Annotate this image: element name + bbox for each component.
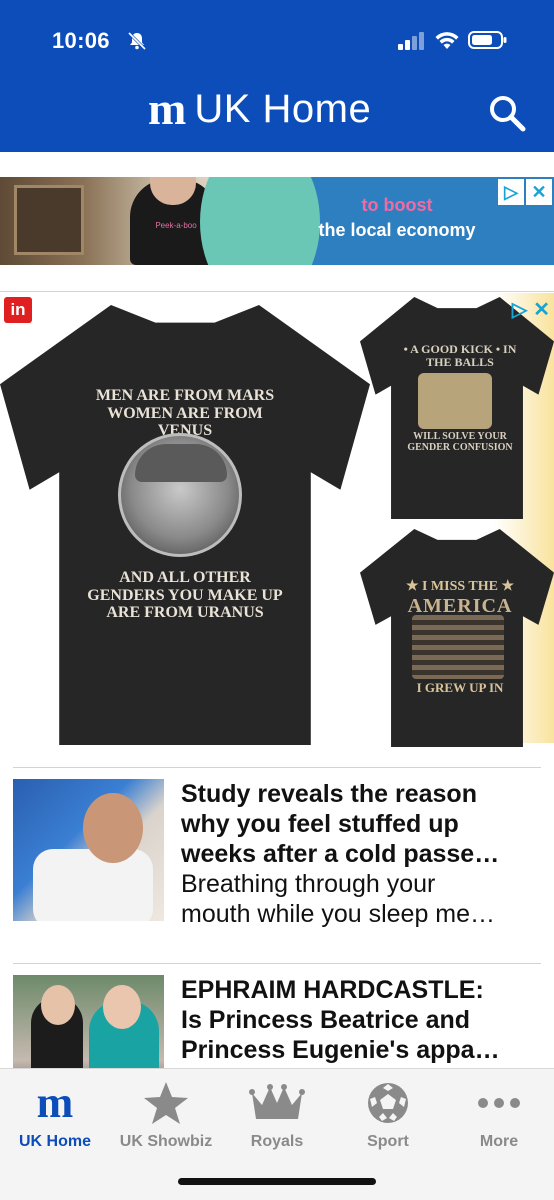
- product-ad[interactable]: MEN ARE FROM MARS WOMEN ARE FROM VENUS A…: [0, 293, 554, 755]
- tshirt-main-top-text: MEN ARE FROM MARS WOMEN ARE FROM VENUS: [95, 387, 275, 440]
- football-icon: [333, 1079, 443, 1127]
- close-ad-icon[interactable]: ✕: [526, 179, 552, 205]
- tab-label: Sport: [367, 1133, 409, 1150]
- tshirt-3-top-text: ★ I MISS THE ★: [405, 579, 515, 594]
- star-icon: [111, 1079, 221, 1127]
- article-summary-line: Breathing through your: [181, 870, 436, 898]
- tab-label: UK Home: [18, 1133, 91, 1150]
- tab-royals[interactable]: Royals: [222, 1079, 332, 1159]
- more-dots-icon: [444, 1079, 554, 1127]
- article-headline-line: Study reveals the reason: [181, 780, 477, 808]
- mail-logo-icon: m: [36, 1078, 74, 1127]
- divider: [0, 291, 554, 292]
- tshirt-main-bottom-text: AND ALL OTHER GENDERS YOU MAKE UP ARE FR…: [87, 569, 283, 622]
- flag-cowboy-image: [412, 615, 504, 679]
- gunslinger-image: [418, 373, 492, 429]
- tshirt-2-top-text: • A GOOD KICK • IN THE BALLS: [403, 342, 517, 370]
- article-summary-line: mouth while you sleep me…: [181, 900, 496, 928]
- tab-uk-home[interactable]: m UK Home: [0, 1079, 110, 1159]
- kitchen-image: [14, 185, 84, 255]
- status-bar: 10:06: [0, 26, 554, 56]
- app-header: 10:06 m UK Home: [0, 0, 554, 152]
- article-headline-line: Princess Eugenie's appa…: [181, 1036, 500, 1064]
- ad-controls: ▷ ✕: [512, 297, 550, 322]
- header-brand: m UK Home: [148, 84, 371, 134]
- tab-label: UK Showbiz: [119, 1133, 213, 1150]
- close-ad-icon[interactable]: ✕: [533, 297, 550, 322]
- ad-network-badge[interactable]: in: [4, 297, 32, 323]
- bell-off-icon: [127, 31, 147, 51]
- tshirt-3-bottom-text: I GREW UP IN: [416, 680, 504, 695]
- adchoices-icon[interactable]: ▷: [512, 297, 527, 322]
- tab-more[interactable]: More: [444, 1079, 554, 1159]
- adchoices-icon[interactable]: ▷: [498, 179, 524, 205]
- tshirt-3-middle-text: AMERICA: [407, 595, 513, 617]
- search-icon[interactable]: [486, 92, 528, 134]
- cellular-signal-icon: [398, 32, 424, 50]
- divider: [13, 767, 541, 768]
- article-card[interactable]: Study reveals the reason why you feel st…: [13, 779, 541, 928]
- page-title: UK Home: [194, 86, 372, 131]
- battery-icon: [468, 31, 507, 49]
- article-headline-line: weeks after a cold passe…: [181, 840, 500, 868]
- tab-uk-showbiz[interactable]: UK Showbiz: [111, 1079, 221, 1159]
- mail-logo: m: [148, 83, 187, 134]
- tab-label: More: [479, 1133, 519, 1150]
- article-thumbnail[interactable]: [13, 975, 164, 1068]
- wifi-icon: [435, 32, 459, 49]
- cowboy-portrait-icon: [118, 433, 242, 557]
- article-thumbnail[interactable]: [13, 779, 164, 921]
- article-headline-line: why you feel stuffed up: [181, 810, 459, 838]
- tab-label: Royals: [250, 1133, 304, 1150]
- tshirt-2-bottom-text: WILL SOLVE YOUR GENDER CONFUSION: [407, 431, 513, 453]
- banner-ad[interactable]: Peek-a-boo to boost the local economy ▷ …: [0, 177, 554, 265]
- article-card[interactable]: EPHRAIM HARDCASTLE: Is Princess Beatrice…: [13, 975, 541, 1068]
- tab-sport[interactable]: Sport: [333, 1079, 443, 1159]
- article-text[interactable]: EPHRAIM HARDCASTLE: Is Princess Beatrice…: [181, 975, 541, 1065]
- banner-line-1: to boost: [361, 195, 433, 215]
- apron-logo: Peek-a-boo: [155, 221, 197, 230]
- crown-icon: [222, 1079, 332, 1127]
- home-indicator[interactable]: [178, 1178, 376, 1185]
- status-time: 10:06: [52, 28, 110, 53]
- divider: [13, 963, 541, 964]
- article-headline-line: Is Princess Beatrice and: [181, 1006, 471, 1034]
- banner-ad-text: to boost the local economy: [284, 195, 510, 241]
- article-headline-line: EPHRAIM HARDCASTLE:: [181, 976, 484, 1004]
- banner-line-2: the local economy: [318, 220, 476, 240]
- article-text[interactable]: Study reveals the reason why you feel st…: [181, 779, 541, 929]
